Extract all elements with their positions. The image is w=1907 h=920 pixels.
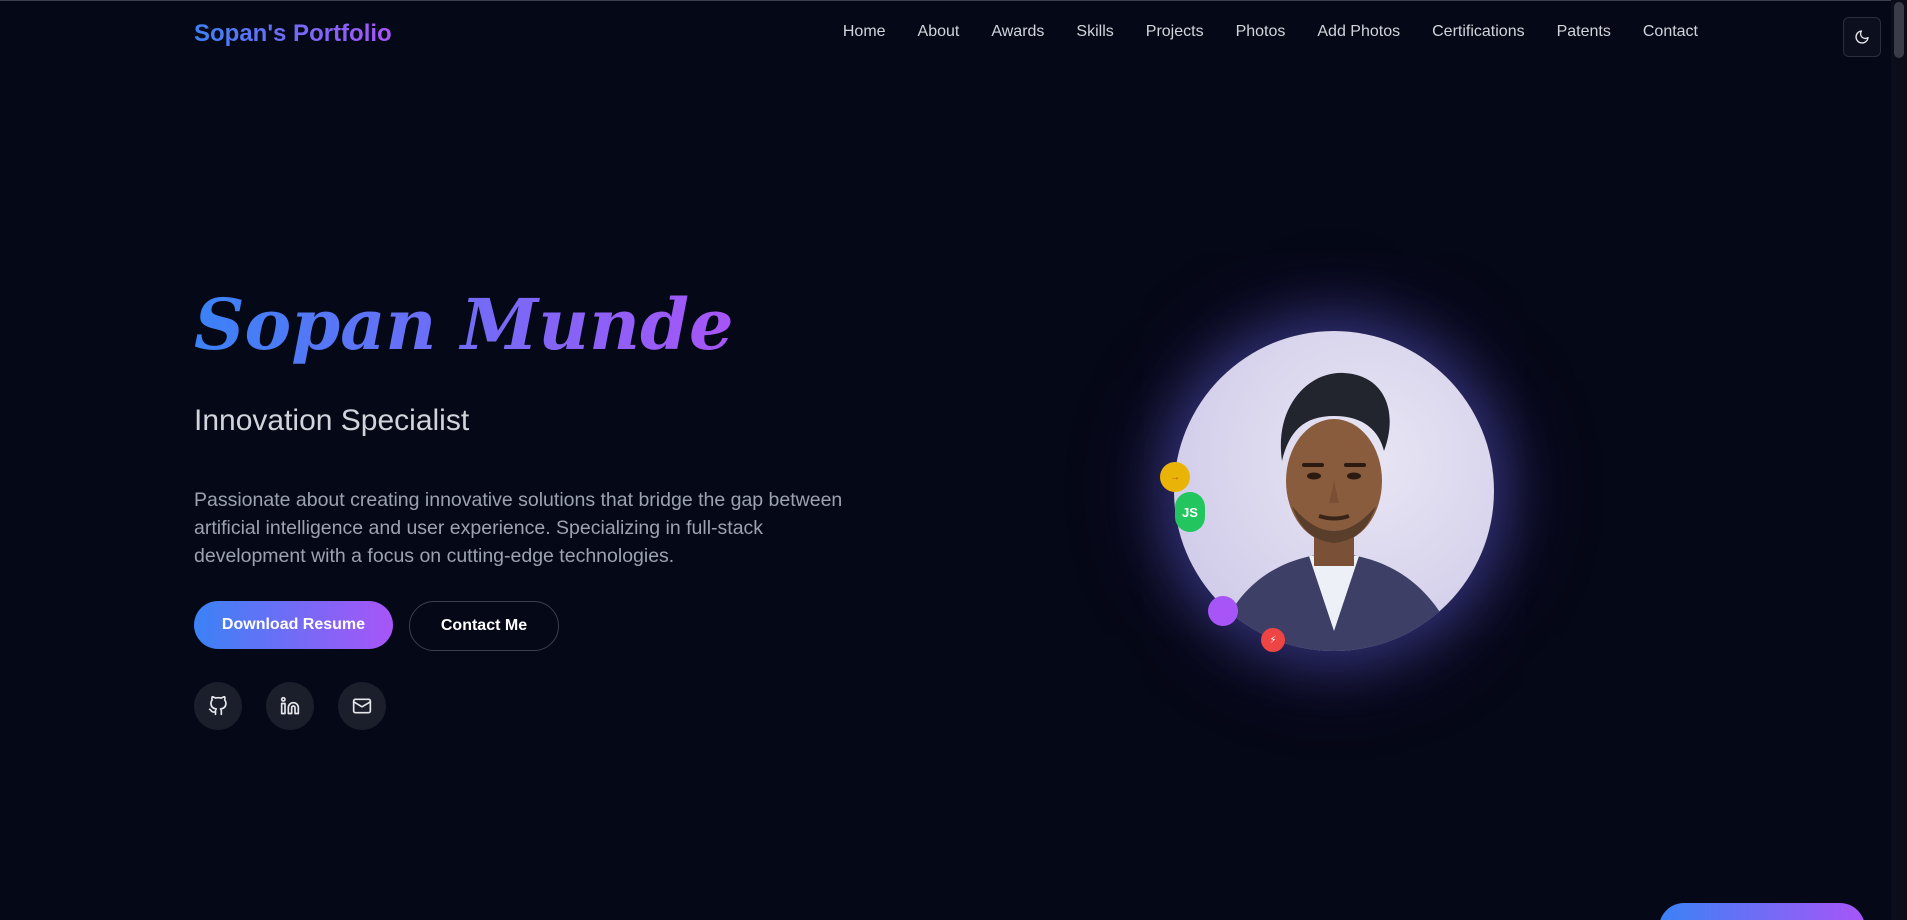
scrollbar[interactable] [1891,0,1907,920]
download-resume-button[interactable]: Download Resume [194,601,393,649]
hero-role: Innovation Specialist [194,404,470,437]
nav-link-add-photos[interactable]: Add Photos [1317,23,1400,41]
linkedin-icon [280,696,300,715]
nav-link-skills[interactable]: Skills [1076,23,1113,41]
hero-description: Passionate about creating innovative sol… [194,489,843,567]
site-logo[interactable]: Sopan's Portfolio [194,20,392,48]
contact-me-button[interactable]: Contact Me [409,601,559,651]
arrow-badge-label: → [1170,471,1180,483]
nav-link-about[interactable]: About [918,23,960,41]
hero-name: Sopan Munde [194,283,734,366]
moon-icon [1855,30,1869,44]
page: Sopan's Portfolio Home About Awards Skil… [0,0,1907,920]
email-button[interactable] [338,682,386,730]
nav-links: Home About Awards Skills Projects Photos… [843,23,1698,41]
nav-link-photos[interactable]: Photos [1236,23,1286,41]
js-badge: JS [1175,492,1205,532]
js-badge-label: JS [1182,504,1198,520]
arrow-badge: → [1160,462,1190,492]
scrollbar-thumb[interactable] [1894,2,1904,58]
nav-link-contact[interactable]: Contact [1643,23,1698,41]
nav-link-home[interactable]: Home [843,23,886,41]
github-button[interactable] [194,682,242,730]
mail-icon [352,698,372,714]
nav-link-awards[interactable]: Awards [991,23,1044,41]
github-icon [208,696,227,716]
navbar: Sopan's Portfolio Home About Awards Skil… [0,0,1907,68]
theme-toggle-button[interactable] [1843,17,1881,57]
linkedin-button[interactable] [266,682,314,730]
nav-link-certifications[interactable]: Certifications [1432,23,1524,41]
lightning-badge: ⚡ [1261,628,1285,652]
floating-action-button[interactable] [1659,903,1865,920]
nav-link-patents[interactable]: Patents [1557,23,1611,41]
purple-badge [1208,596,1238,626]
lightning-badge-label: ⚡ [1269,634,1277,646]
nav-link-projects[interactable]: Projects [1146,23,1204,41]
